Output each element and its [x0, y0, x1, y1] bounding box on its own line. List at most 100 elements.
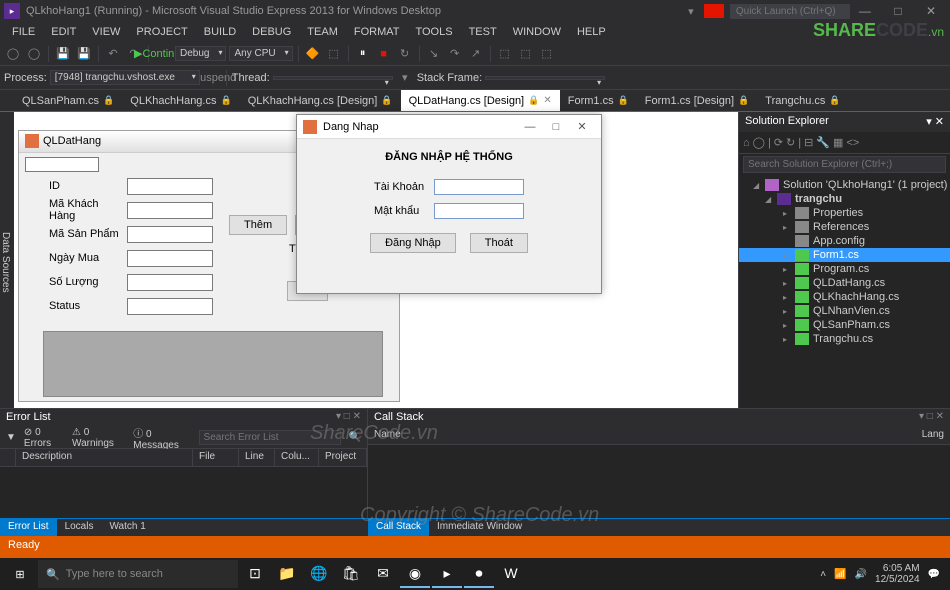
tab-qlkhachhang[interactable]: QLKhachHang.cs🔒: [122, 90, 239, 111]
showall-icon[interactable]: ▦: [833, 136, 843, 149]
btn-them[interactable]: Thêm: [229, 215, 287, 235]
notifications-icon[interactable]: 💬: [928, 569, 940, 580]
btn-dangnhap[interactable]: Đăng Nhập: [370, 233, 456, 253]
taskbar-clock[interactable]: 6:05 AM12/5/2024: [875, 563, 920, 585]
tray-wifi-icon[interactable]: 📶: [834, 569, 846, 580]
close-tab-icon[interactable]: ✕: [543, 95, 551, 106]
save-icon[interactable]: 💾: [54, 45, 72, 63]
input-status[interactable]: [127, 298, 213, 315]
suspend-button[interactable]: ⏸ Suspend: [203, 69, 221, 87]
prop-icon[interactable]: 🔧: [816, 136, 830, 149]
data-sources-tab[interactable]: Data Sources: [0, 112, 14, 408]
explorer-icon[interactable]: 📁: [272, 560, 302, 588]
edge-icon[interactable]: 🌐: [304, 560, 334, 588]
quick-launch-input[interactable]: [730, 4, 850, 19]
close-button[interactable]: ✕: [916, 4, 946, 18]
tray-volume-icon[interactable]: 🔊: [855, 569, 867, 580]
warnings-filter[interactable]: ⚠ 0 Warnings: [72, 427, 125, 449]
tab-form1[interactable]: Form1.cs🔒: [560, 90, 637, 111]
hex-icon[interactable]: ⬚: [325, 45, 343, 63]
code-icon[interactable]: <>: [846, 137, 859, 149]
pause-icon[interactable]: ⏸: [354, 45, 372, 63]
menu-window[interactable]: WINDOW: [505, 24, 569, 40]
stackframe-dropdown[interactable]: [485, 76, 605, 80]
design-surface[interactable]: QLDatHang ID Mã Khách Hàng Mã Sản Phẩm N…: [14, 112, 738, 408]
mail-icon[interactable]: ✉: [368, 560, 398, 588]
start-button[interactable]: ⊞: [4, 560, 36, 588]
input-matkhau[interactable]: [434, 203, 524, 219]
step-into-icon[interactable]: ↘: [425, 45, 443, 63]
refresh-icon[interactable]: ↻: [786, 136, 795, 149]
continue-button[interactable]: ▶ Continue ▾: [154, 45, 172, 63]
stop-icon[interactable]: ■: [375, 45, 393, 63]
menu-help[interactable]: HELP: [569, 24, 614, 40]
menu-file[interactable]: FILE: [4, 24, 43, 40]
messages-filter[interactable]: ⓘ 0 Messages: [133, 425, 190, 451]
input-masp[interactable]: [127, 226, 213, 243]
tray-up-icon[interactable]: ˄: [820, 569, 826, 580]
input-id[interactable]: [127, 178, 213, 195]
tab-call-stack[interactable]: Call Stack: [368, 519, 429, 536]
menu-team[interactable]: TEAM: [299, 24, 346, 40]
col-lang[interactable]: Lang: [916, 427, 950, 444]
align-left-icon[interactable]: ⬚: [496, 45, 514, 63]
home-icon[interactable]: ⌂: [743, 137, 750, 149]
tab-locals[interactable]: Locals: [57, 519, 102, 536]
back-icon[interactable]: ◯: [753, 136, 765, 149]
config-dropdown[interactable]: Debug: [175, 46, 226, 61]
task-view-icon[interactable]: ⊡: [240, 560, 270, 588]
menu-edit[interactable]: EDIT: [43, 24, 84, 40]
align-right-icon[interactable]: ⬚: [538, 45, 556, 63]
input-taikhoan[interactable]: [434, 179, 524, 195]
menu-view[interactable]: VIEW: [84, 24, 128, 40]
error-search-input[interactable]: [199, 430, 341, 445]
panel-buttons[interactable]: ▾ ✕: [926, 115, 944, 129]
tab-qldathang-design[interactable]: QLDatHang.cs [Design]🔒✕: [401, 90, 560, 111]
menu-test[interactable]: TEST: [461, 24, 505, 40]
tab-watch1[interactable]: Watch 1: [101, 519, 153, 536]
tab-qlkhachhang-design[interactable]: QLKhachHang.cs [Design]🔒: [240, 90, 401, 111]
errors-filter[interactable]: ⊘ 0 Errors: [24, 427, 64, 449]
process-dropdown[interactable]: [7948] trangchu.vshost.exe: [50, 70, 200, 85]
chrome-icon[interactable]: ◉: [400, 560, 430, 588]
input-soluong[interactable]: [127, 274, 213, 291]
taskbar-search[interactable]: 🔍Type here to search: [38, 560, 238, 588]
col-name[interactable]: Name: [368, 427, 916, 444]
dlg-maximize[interactable]: □: [543, 121, 569, 133]
menu-format[interactable]: FORMAT: [346, 24, 408, 40]
notify-down-icon[interactable]: ▾: [682, 2, 700, 20]
store-icon[interactable]: 🛍: [336, 560, 366, 588]
tab-form1-design[interactable]: Form1.cs [Design]🔒: [637, 90, 757, 111]
dlg-close[interactable]: ✕: [569, 120, 595, 133]
platform-dropdown[interactable]: Any CPU: [229, 46, 292, 61]
thread-dropdown[interactable]: [273, 76, 393, 80]
btn-thoat[interactable]: Thoát: [470, 233, 528, 253]
step-out-icon[interactable]: ↗: [467, 45, 485, 63]
save-all-icon[interactable]: 💾: [75, 45, 93, 63]
input-makh[interactable]: [127, 202, 213, 219]
top-input[interactable]: [25, 157, 99, 172]
undo-icon[interactable]: ↶: [104, 45, 122, 63]
search-icon[interactable]: 🔍: [349, 432, 361, 443]
input-ngaymua[interactable]: [127, 250, 213, 267]
sync-icon[interactable]: ⟳: [774, 136, 783, 149]
maximize-button[interactable]: □: [883, 4, 913, 18]
tab-qlsanpham[interactable]: QLSanPham.cs🔒: [14, 90, 122, 111]
menu-debug[interactable]: DEBUG: [244, 24, 299, 40]
align-center-icon[interactable]: ⬚: [517, 45, 535, 63]
tab-error-list[interactable]: Error List: [0, 519, 57, 536]
filter-icon[interactable]: ▼: [6, 432, 16, 443]
collapse-icon[interactable]: ⊟: [804, 136, 813, 149]
tab-trangchu[interactable]: Trangchu.cs🔒: [757, 90, 848, 111]
minimize-button[interactable]: —: [850, 4, 880, 18]
solution-search-input[interactable]: [743, 156, 946, 173]
nav-back-icon[interactable]: ◯: [4, 45, 22, 63]
restart-icon[interactable]: ↻: [396, 45, 414, 63]
word-icon[interactable]: W: [496, 560, 526, 588]
menu-tools[interactable]: TOOLS: [407, 24, 460, 40]
recorder-icon[interactable]: ⏺: [464, 560, 494, 588]
breakpoint-icon[interactable]: 🔶: [304, 45, 322, 63]
datagrid[interactable]: [43, 331, 383, 397]
menu-build[interactable]: BUILD: [196, 24, 244, 40]
menu-project[interactable]: PROJECT: [128, 24, 195, 40]
